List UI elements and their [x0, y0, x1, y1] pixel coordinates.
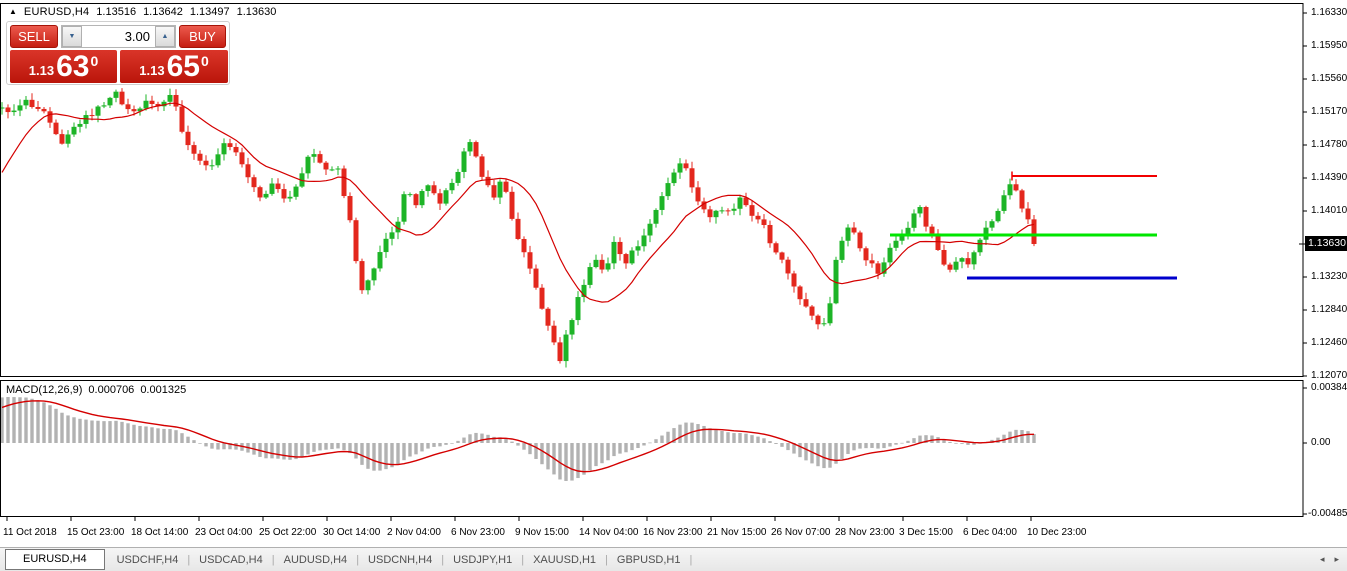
- tab-eurusd-h4[interactable]: EURUSD,H4: [5, 549, 105, 570]
- tab-xauusd-h1[interactable]: XAUUSD,H1: [524, 549, 605, 571]
- buy-price-prefix: 1.13: [139, 63, 164, 78]
- buy-price-main: 65: [167, 51, 200, 82]
- volume-input[interactable]: 3.00: [82, 26, 155, 47]
- tab-usdcad-h4[interactable]: USDCAD,H4: [190, 549, 272, 571]
- arrow-up-icon: ▲: [162, 33, 169, 40]
- sell-price-box[interactable]: 1.13 63 0: [10, 50, 117, 83]
- tab-gbpusd-h1[interactable]: GBPUSD,H1: [608, 549, 690, 571]
- sell-price-pip: 0: [90, 53, 98, 69]
- sell-price-prefix: 1.13: [29, 63, 54, 78]
- arrow-down-icon: ▼: [69, 33, 76, 40]
- volume-decrease-button[interactable]: ▼: [62, 26, 82, 47]
- tab-scroll-right-icon[interactable]: ▸: [1334, 554, 1339, 565]
- tab-separator: |: [689, 554, 692, 566]
- chart-tab-bar: EURUSD,H4USDCHF,H4|USDCAD,H4|AUDUSD,H4|U…: [0, 547, 1347, 571]
- volume-spinner: ▼ 3.00 ▲: [61, 25, 176, 48]
- sell-button[interactable]: SELL: [10, 25, 58, 48]
- sell-price-main: 63: [56, 51, 89, 82]
- candles-layer: [0, 88, 1037, 367]
- axis-ticks: [7, 13, 1307, 521]
- chart-canvas[interactable]: [0, 0, 1347, 571]
- tab-usdcnh-h4[interactable]: USDCNH,H4: [359, 549, 441, 571]
- volume-increase-button[interactable]: ▲: [155, 26, 175, 47]
- buy-price-pip: 0: [201, 53, 209, 69]
- trading-terminal: ▲ EURUSD,H4 1.13516 1.13642 1.13497 1.13…: [0, 0, 1347, 571]
- macd-histogram: [0, 397, 1035, 481]
- buy-button[interactable]: BUY: [179, 25, 226, 48]
- tab-usdjpy-h1[interactable]: USDJPY,H1: [444, 549, 521, 571]
- tab-usdchf-h4[interactable]: USDCHF,H4: [108, 549, 188, 571]
- tab-scroll-buttons: ◂▸: [1320, 554, 1339, 565]
- buy-price-box[interactable]: 1.13 65 0: [120, 50, 228, 83]
- tab-scroll-left-icon[interactable]: ◂: [1320, 554, 1325, 565]
- one-click-trade-panel: SELL ▼ 3.00 ▲ BUY 1.13 63 0 1.13 65 0: [6, 21, 230, 85]
- tab-audusd-h4[interactable]: AUDUSD,H4: [275, 549, 357, 571]
- macd-panel-border: [1, 381, 1304, 517]
